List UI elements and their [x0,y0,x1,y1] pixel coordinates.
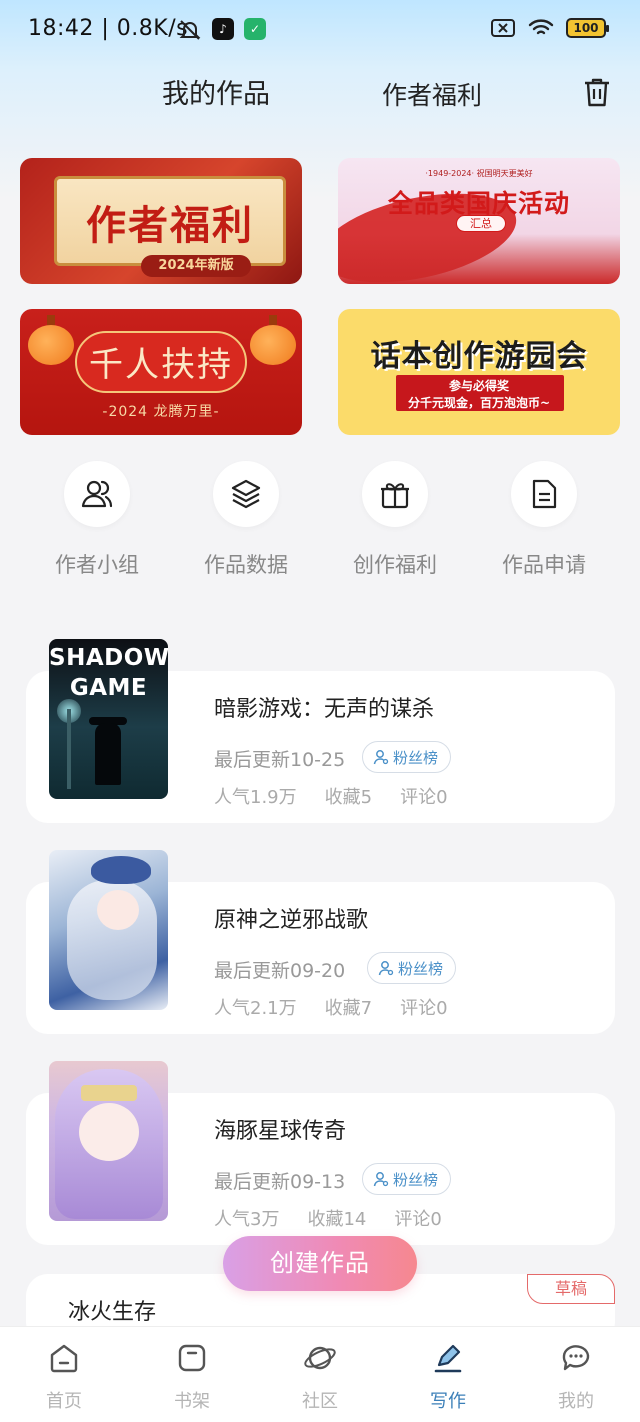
work-popularity: 人气1.9万 [214,787,297,808]
banner-title: 作者福利 [86,202,254,249]
banner-thousand-support[interactable]: 千人扶持 -2024 龙腾万里- [20,309,302,435]
nav-label: 书架 [174,1391,210,1412]
work-stats: 人气2.1万 收藏7 评论0 [214,994,476,1020]
draft-badge: 草稿 [527,1274,615,1304]
shield-app-icon: ✓ [244,18,266,40]
nav-label: 社区 [302,1391,338,1412]
group-icon [64,461,130,527]
gift-icon [362,461,428,527]
banner-subtitle: 2024年新版 [141,255,251,277]
user-icon [373,750,389,765]
work-updated: 最后更新10-25 [214,749,346,771]
work-popularity: 人气3万 [214,1209,280,1230]
nav-label: 我的 [558,1391,594,1412]
planet-icon [304,1346,336,1370]
create-work-button[interactable]: 创建作品 [223,1236,417,1291]
work-updated: 最后更新09-20 [214,960,346,982]
work-cover[interactable] [49,1061,168,1221]
nav-label: 写作 [430,1391,466,1412]
quick-work-application[interactable]: 作品申请 [479,461,609,579]
wifi-icon [528,19,554,35]
work-favorites: 收藏5 [324,787,373,808]
tiktok-icon: ♪ [212,18,234,40]
nav-community[interactable]: 社区 [270,1341,370,1413]
fans-rank-button[interactable]: 粉丝榜 [367,952,457,984]
trash-icon[interactable] [582,76,612,108]
banner-national-day[interactable]: ·1949-2024· 祝国明天更美好 全品类国庆活动 汇总 [338,158,620,284]
work-comments: 评论0 [400,787,448,808]
bookshelf-icon [178,1344,206,1372]
layers-icon [213,461,279,527]
bottom-nav: 首页 书架 社区 写作 我的 [0,1326,640,1422]
work-title: 暗影游戏：无声的谋杀 [214,697,435,722]
tab-my-works[interactable]: 我的作品 [162,72,270,111]
sim-off-icon [491,19,515,37]
quick-author-group[interactable]: 作者小组 [32,461,162,579]
cover-art-face [97,890,139,930]
work-stats: 人气1.9万 收藏5 评论0 [214,783,476,809]
nav-home[interactable]: 首页 [14,1341,114,1413]
fans-rank-button[interactable]: 粉丝榜 [362,741,452,773]
work-cover[interactable]: SHADOW GAME [49,639,168,799]
work-favorites: 收藏14 [307,1209,367,1230]
pen-icon [434,1344,462,1373]
home-icon [50,1344,78,1373]
quick-work-data[interactable]: 作品数据 [181,461,311,579]
mute-bell-icon [179,20,201,40]
status-bar: 18:42 | 0.8K/s ♪ ✓ 100 [0,0,640,62]
work-title: 原神之逆邪战歌 [214,908,369,933]
quick-creation-welfare[interactable]: 创作福利 [330,461,460,579]
draft-title: 冰火生存 [68,1300,157,1325]
status-time: 18:42 | 0.8K/s [28,16,189,41]
work-comments: 评论0 [400,998,448,1019]
work-comments: 评论0 [394,1209,442,1230]
nav-writing[interactable]: 写作 [398,1341,498,1413]
document-icon [511,461,577,527]
fans-rank-button[interactable]: 粉丝榜 [362,1163,452,1195]
banner-line-2: 分千元现金，百万泡泡币~ [407,396,551,410]
banner-top-text: ·1949-2024· 祝国明天更美好 [425,169,533,178]
work-popularity: 人气2.1万 [214,998,297,1019]
banner-scroll-frame: 作者福利 2024年新版 [54,176,286,277]
quick-label: 作品申请 [502,553,586,577]
status-system-icons: 100 [490,18,609,38]
fans-rank-label: 粉丝榜 [398,959,444,978]
cover-title-text: SHADOW GAME [49,645,168,701]
city-skyline-decoration [338,234,620,284]
fans-rank-label: 粉丝榜 [393,748,439,767]
nav-label: 首页 [46,1391,82,1412]
nav-mine[interactable]: 我的 [526,1341,626,1413]
work-stats: 人气3万 收藏14 评论0 [214,1205,470,1231]
banner-title: 千人扶持 [89,345,233,385]
cover-art-crown [81,1085,137,1101]
banner-subtitle: -2024 龙腾万里- [102,404,220,420]
user-icon [378,961,394,976]
user-icon [373,1172,389,1187]
status-notification-icons: ♪ ✓ [178,18,266,42]
work-cover[interactable] [49,850,168,1010]
battery-icon: 100 [566,18,609,38]
banner-tag: 汇总 [456,215,506,232]
cover-art-face [79,1103,139,1161]
banner-garden-party[interactable]: 话本创作游园会 参与必得奖 分千元现金，百万泡泡币~ [338,309,620,435]
banner-line-1: 参与必得奖 [448,379,509,393]
quick-label: 作品数据 [204,553,288,577]
nav-bookshelf[interactable]: 书架 [142,1341,242,1413]
work-favorites: 收藏7 [324,998,373,1019]
fans-rank-label: 粉丝榜 [393,1170,439,1189]
tab-author-welfare[interactable]: 作者福利 [382,76,482,112]
cover-art-hat [91,856,151,884]
banner-author-welfare[interactable]: 作者福利 2024年新版 [20,158,302,284]
work-updated: 最后更新09-13 [214,1171,346,1193]
quick-label: 作者小组 [55,553,139,577]
figure-silhouette [95,723,121,785]
chat-bubble-icon [562,1345,590,1371]
quick-label: 创作福利 [353,553,437,577]
work-title: 海豚星球传奇 [214,1119,347,1144]
lamp-post [67,709,71,789]
banner-title: 话本创作游园会 [370,339,588,374]
